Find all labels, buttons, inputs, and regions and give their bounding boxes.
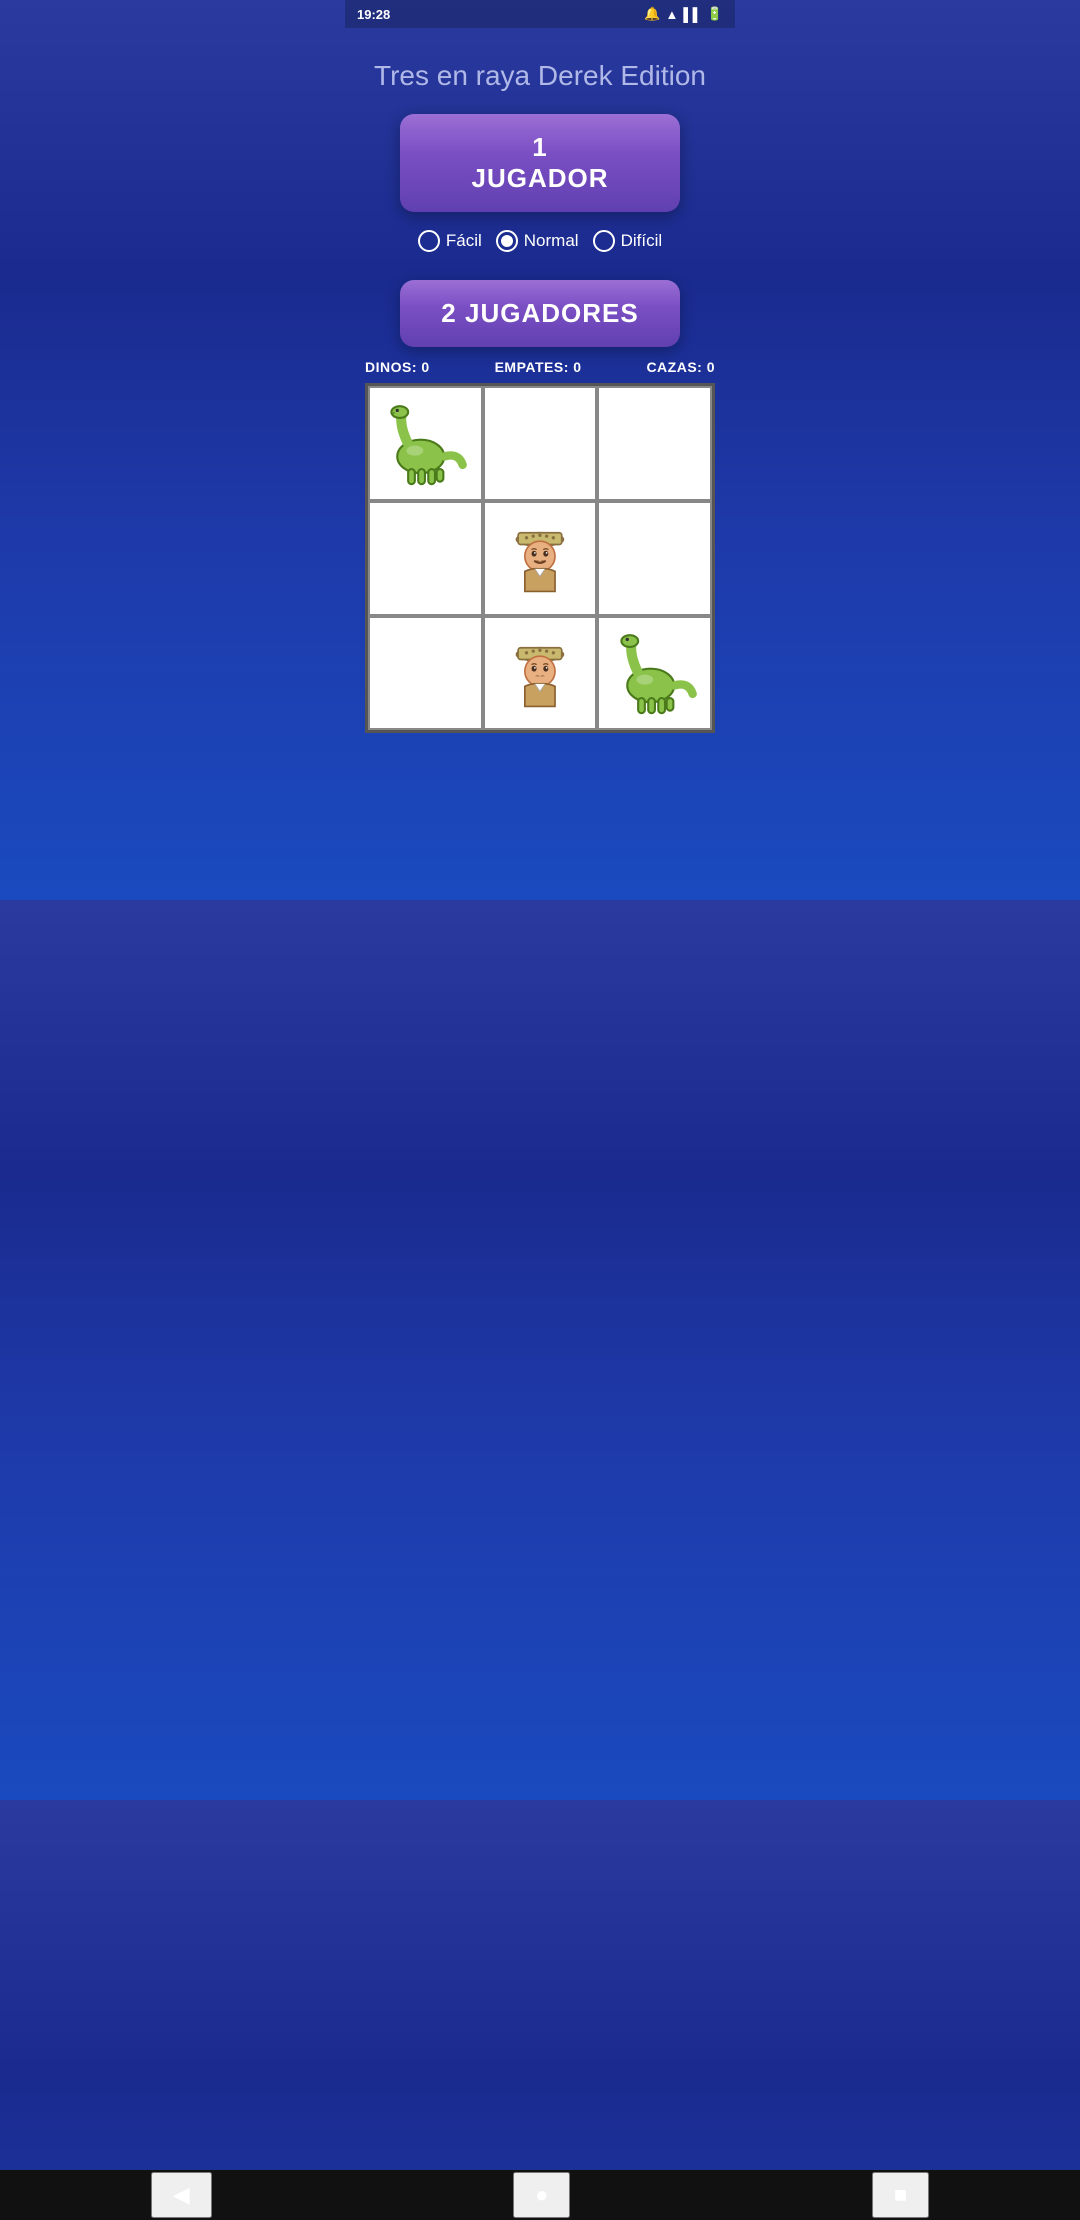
empates-score: EMPATES: 0: [495, 359, 582, 375]
radio-normal[interactable]: [496, 230, 518, 252]
cell-6[interactable]: [368, 616, 483, 731]
difficulty-dificil[interactable]: Difícil: [593, 230, 663, 252]
dino-icon-0: [383, 402, 467, 486]
difficulty-row: Fácil Normal Difícil: [418, 230, 662, 252]
cell-2[interactable]: [597, 386, 712, 501]
cell-1[interactable]: [483, 386, 598, 501]
difficulty-dificil-label: Difícil: [621, 231, 663, 251]
cazas-score: CAZAS: 0: [646, 359, 715, 375]
difficulty-normal[interactable]: Normal: [496, 230, 579, 252]
cell-7[interactable]: [483, 616, 598, 731]
status-icons: 🔔 ▲ ▌▌ 🔋: [644, 6, 723, 22]
scores-row: DINOS: 0 EMPATES: 0 CAZAS: 0: [345, 347, 735, 383]
app-title: Tres en raya Derek Edition: [354, 58, 726, 94]
difficulty-facil[interactable]: Fácil: [418, 230, 482, 252]
nav-bar: ◀ ● ■: [0, 2170, 1080, 2220]
game-grid: [365, 383, 715, 733]
dino-icon-8: [613, 631, 697, 715]
main-content: Tres en raya Derek Edition 1 JUGADOR Fác…: [345, 28, 735, 900]
status-time: 19:28: [357, 7, 390, 22]
radio-dificil[interactable]: [593, 230, 615, 252]
status-bar: 19:28 🔔 ▲ ▌▌ 🔋: [345, 0, 735, 28]
signal-icon: ▌▌: [683, 7, 701, 22]
battery-icon: 🔋: [707, 6, 723, 22]
difficulty-normal-label: Normal: [524, 231, 579, 251]
cell-3[interactable]: [368, 501, 483, 616]
cell-4[interactable]: [483, 501, 598, 616]
cell-5[interactable]: [597, 501, 712, 616]
nav-back-button[interactable]: ◀: [151, 2172, 212, 2218]
notification-icon: 🔔: [644, 6, 660, 22]
nav-home-button[interactable]: ●: [513, 2172, 570, 2218]
wifi-icon: ▲: [666, 7, 679, 22]
hunter-icon-4: [498, 516, 582, 600]
difficulty-facil-label: Fácil: [446, 231, 482, 251]
cell-0[interactable]: [368, 386, 483, 501]
cell-8[interactable]: [597, 616, 712, 731]
radio-facil[interactable]: [418, 230, 440, 252]
dinos-score: DINOS: 0: [365, 359, 430, 375]
two-players-button[interactable]: 2 JUGADORES: [400, 280, 680, 347]
hunter-icon-7: [498, 631, 582, 715]
nav-recent-button[interactable]: ■: [872, 2172, 929, 2218]
one-player-button[interactable]: 1 JUGADOR: [400, 114, 680, 212]
